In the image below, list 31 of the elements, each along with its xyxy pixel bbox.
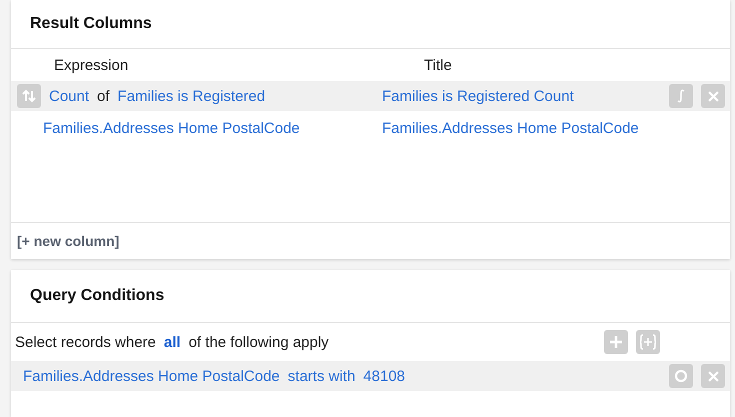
add-condition-button[interactable] [604,330,628,354]
function-button[interactable] [669,84,693,108]
expression-link[interactable]: Families.Addresses Home PostalCode [43,120,300,136]
plus-icon [610,336,622,348]
toggle-button[interactable] [669,364,693,388]
close-icon [708,90,718,102]
expression-link[interactable]: Families is Registered [118,88,266,104]
column-header: Title [424,56,453,74]
reorder-button[interactable] [17,84,41,108]
joiner-text: of [97,88,110,104]
sort-arrows-icon [22,89,36,103]
section-title: Result Columns [30,15,152,33]
function-icon [676,89,686,103]
braced-plus-icon [639,334,657,350]
operator-link[interactable]: starts with [288,368,356,384]
remove-button[interactable] [701,364,725,388]
section-title: Query Conditions [30,287,164,305]
field-link[interactable]: Families.Addresses Home PostalCode [23,368,280,384]
remove-button[interactable] [701,84,725,108]
value-link[interactable]: 48108 [363,368,406,384]
add-group-button[interactable] [636,330,660,354]
intro-text: Select records where [15,334,156,350]
title-link[interactable]: Families is Registered Count [382,88,574,104]
close-icon [708,370,718,382]
new-column-link[interactable]: [+ new column] [17,233,120,249]
match-mode-link[interactable]: all [164,334,181,350]
function-link[interactable]: Count [49,88,90,104]
intro-text: of the following apply [188,334,330,350]
circle-icon [674,369,688,383]
column-header: Expression [54,56,130,74]
title-link[interactable]: Families.Addresses Home PostalCode [382,120,639,136]
